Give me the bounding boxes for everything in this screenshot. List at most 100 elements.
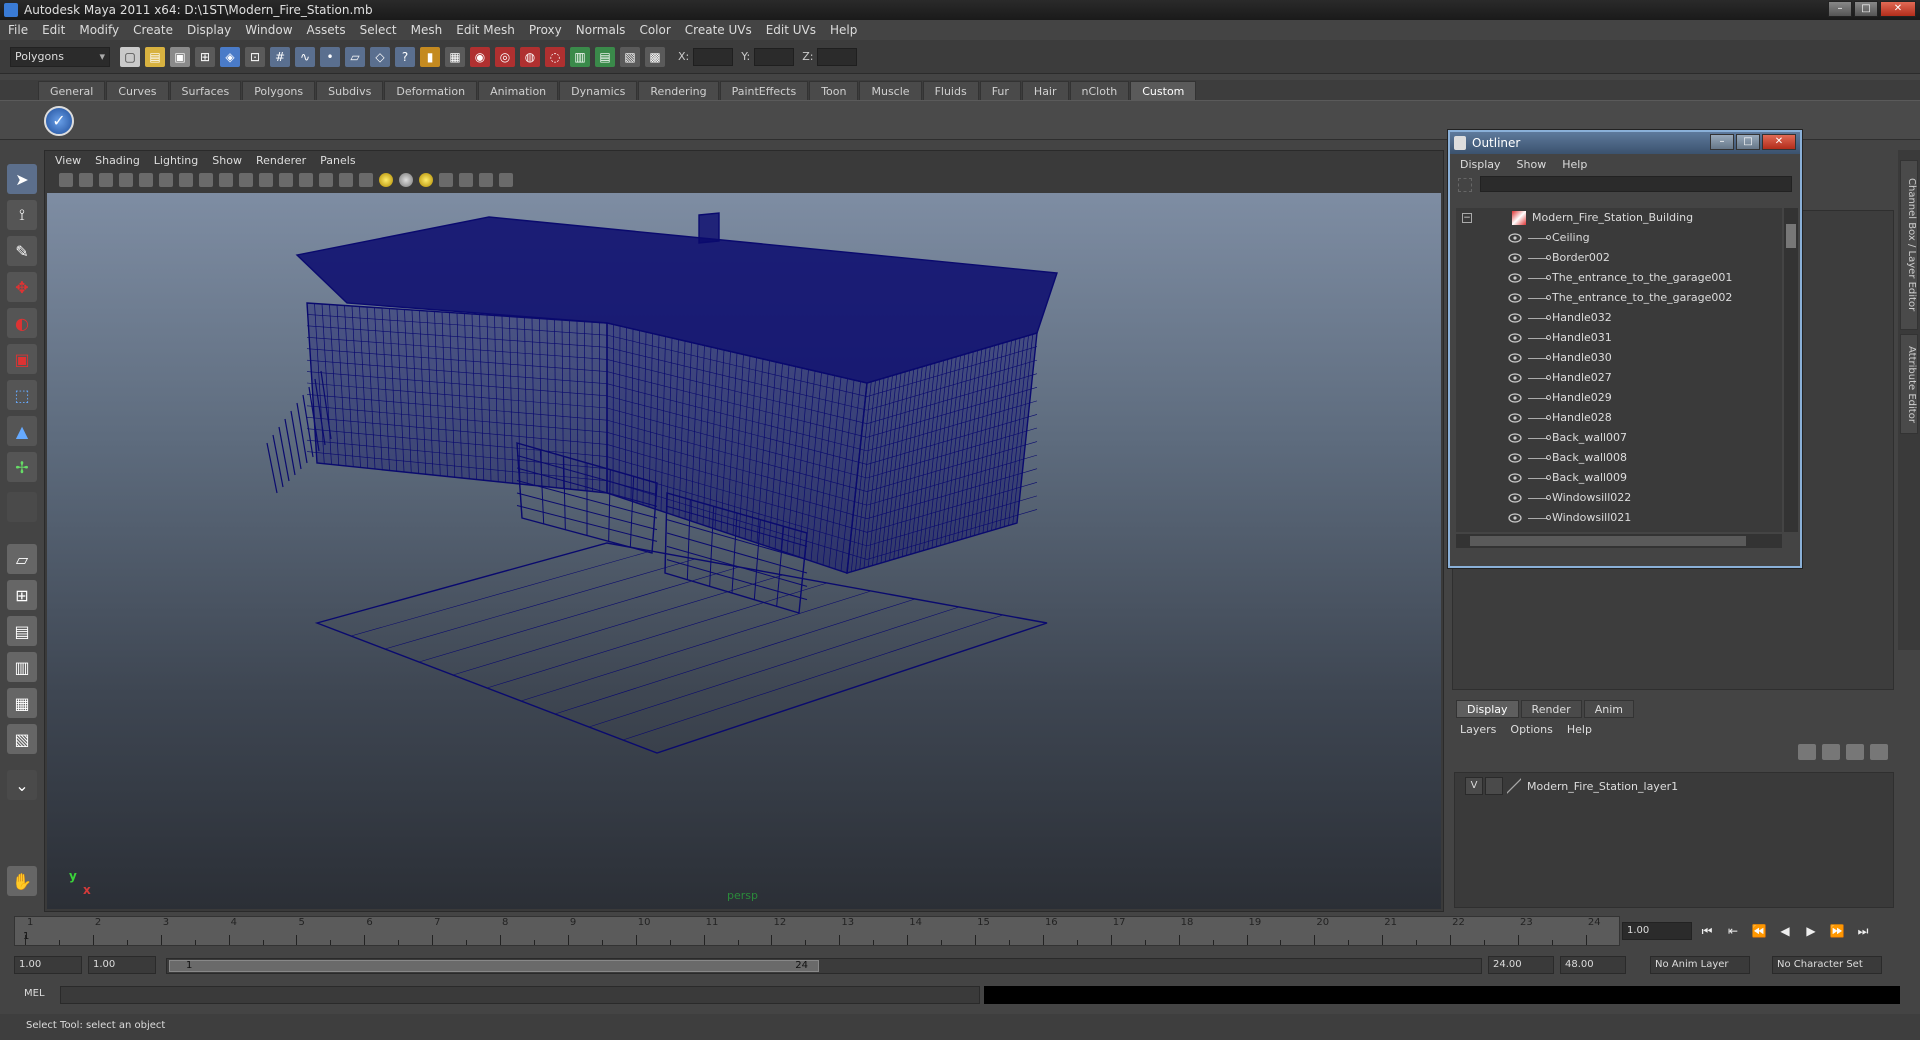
tab-dynamics[interactable]: Dynamics <box>559 81 638 100</box>
shadows-icon[interactable] <box>399 173 413 187</box>
outliner-item[interactable]: The_entrance_to_the_garage002 <box>1456 288 1782 308</box>
safe-title-icon[interactable] <box>279 173 293 187</box>
last-tool-icon[interactable] <box>7 492 37 522</box>
backface-culling-icon[interactable] <box>499 173 513 187</box>
step-back-icon[interactable]: ⇤ <box>1724 923 1742 939</box>
vp-menu-show[interactable]: Show <box>212 154 242 167</box>
lock-icon[interactable]: ▮ <box>420 46 440 67</box>
save-scene-icon[interactable]: ▣ <box>170 46 190 67</box>
layer-tab-display[interactable]: Display <box>1456 700 1519 718</box>
outliner-item[interactable]: Handle028 <box>1456 408 1782 428</box>
outliner-menu-display[interactable]: Display <box>1460 158 1501 171</box>
safe-action-icon[interactable] <box>259 173 273 187</box>
make-live-icon[interactable]: ◇ <box>370 46 390 67</box>
use-all-lights-icon[interactable] <box>379 173 393 187</box>
range-slider-thumb[interactable]: 1 24 <box>169 960 819 972</box>
current-frame-field[interactable]: 1.00 <box>1622 922 1692 940</box>
menu-color[interactable]: Color <box>639 23 670 37</box>
ipr-render-icon[interactable]: ◎ <box>495 46 515 67</box>
menu-normals[interactable]: Normals <box>576 23 626 37</box>
menu-edit[interactable]: Edit <box>42 23 65 37</box>
tab-general[interactable]: General <box>38 81 106 100</box>
smooth-shade-icon[interactable] <box>319 173 333 187</box>
outliner-item[interactable]: Handle029 <box>1456 388 1782 408</box>
xray-joints-icon[interactable] <box>479 173 493 187</box>
outliner-menu-show[interactable]: Show <box>1517 158 1547 171</box>
camera-icon[interactable]: ▩ <box>645 46 665 67</box>
wireframe-icon[interactable] <box>299 173 313 187</box>
four-pane-layout-icon[interactable]: ⊞ <box>7 580 37 610</box>
isolate-select-icon[interactable] <box>439 173 453 187</box>
outliner-item[interactable]: Back_wall009 <box>1456 468 1782 488</box>
textured-icon[interactable] <box>359 173 373 187</box>
playback-end-field[interactable]: 24.00 <box>1488 956 1554 974</box>
menu-window[interactable]: Window <box>245 23 292 37</box>
select-tool-icon[interactable]: ➤ <box>7 164 37 194</box>
tab-muscle[interactable]: Muscle <box>859 81 922 100</box>
resolution-gate-icon[interactable] <box>199 173 213 187</box>
checkmark-shelf-icon[interactable]: ✓ <box>44 106 74 136</box>
animation-start-field[interactable]: 1.00 <box>14 956 82 974</box>
tab-fluids[interactable]: Fluids <box>922 81 979 100</box>
open-scene-icon[interactable]: ▤ <box>145 46 165 67</box>
xray-icon[interactable] <box>459 173 473 187</box>
time-slider[interactable]: 1 1 2 3 4 5 6 7 8 9 10 11 12 13 14 15 16 17 18 19 20 21 22 23 2… <box>14 916 1620 946</box>
close-button[interactable]: ✕ <box>1880 1 1916 17</box>
soft-mod-icon[interactable]: ▲ <box>7 416 37 446</box>
attribute-editor-tab[interactable]: Attribute Editor <box>1900 334 1918 434</box>
command-input[interactable] <box>60 986 980 1004</box>
layer-tab-render[interactable]: Render <box>1520 700 1582 718</box>
anim-layer-dropdown[interactable]: No Anim Layer <box>1650 956 1750 974</box>
select-hierarchy-icon[interactable]: ⊞ <box>195 46 215 67</box>
outliner-menu-help[interactable]: Help <box>1562 158 1587 171</box>
character-set-dropdown[interactable]: No Character Set <box>1772 956 1882 974</box>
outliner-item[interactable]: Handle032 <box>1456 308 1782 328</box>
graph-persp-layout-icon[interactable]: ▥ <box>7 652 37 682</box>
tab-surfaces[interactable]: Surfaces <box>169 81 242 100</box>
animation-end-field[interactable]: 48.00 <box>1560 956 1626 974</box>
snap-plane-icon[interactable]: ▱ <box>345 46 365 67</box>
show-channel-box-icon[interactable]: ▥ <box>570 46 590 67</box>
menu-mesh[interactable]: Mesh <box>411 23 443 37</box>
outliner-item[interactable]: Back_wall007 <box>1456 428 1782 448</box>
outliner-item[interactable]: Handle027 <box>1456 368 1782 388</box>
film-gate-icon[interactable] <box>179 173 193 187</box>
menu-set-dropdown[interactable]: Polygons <box>10 46 110 67</box>
outliner-item[interactable]: Border002 <box>1456 248 1782 268</box>
step-forward-key-icon[interactable]: ⏩ <box>1828 923 1846 939</box>
play-forwards-icon[interactable]: ▶ <box>1802 923 1820 939</box>
z-coord-field[interactable] <box>817 47 858 66</box>
menu-file[interactable]: File <box>8 23 28 37</box>
vp-menu-panels[interactable]: Panels <box>320 154 355 167</box>
tab-fur[interactable]: Fur <box>979 81 1021 100</box>
range-slider[interactable]: 1 24 <box>166 958 1482 974</box>
select-component-icon[interactable]: ⊡ <box>245 46 265 67</box>
paint-select-icon[interactable]: ✎ <box>7 236 37 266</box>
tab-ncloth[interactable]: nCloth <box>1069 81 1130 100</box>
rotate-tool-icon[interactable]: ◐ <box>7 308 37 338</box>
vp-menu-renderer[interactable]: Renderer <box>256 154 306 167</box>
tab-hair[interactable]: Hair <box>1021 81 1069 100</box>
layer-playback-toggle[interactable] <box>1485 777 1503 795</box>
x-coord-field[interactable] <box>693 47 734 66</box>
show-manip-icon[interactable]: ✢ <box>7 452 37 482</box>
outliner-item[interactable]: Handle031 <box>1456 328 1782 348</box>
play-backwards-icon[interactable]: ◀ <box>1776 923 1794 939</box>
layer-tab-anim[interactable]: Anim <box>1583 700 1634 718</box>
menu-create-uvs[interactable]: Create UVs <box>685 23 752 37</box>
outliner-item[interactable]: Back_wall008 <box>1456 448 1782 468</box>
tab-rendering[interactable]: Rendering <box>638 81 719 100</box>
channel-box-tab[interactable]: Channel Box / Layer Editor <box>1900 160 1918 330</box>
minimize-button[interactable]: – <box>1828 1 1852 17</box>
menu-select[interactable]: Select <box>360 23 397 37</box>
camera-attributes-icon[interactable] <box>59 173 73 187</box>
paint-brush-icon[interactable]: ✋ <box>7 866 37 896</box>
tab-subdivs[interactable]: Subdivs <box>316 81 384 100</box>
menu-display[interactable]: Display <box>187 23 231 37</box>
outliner-item[interactable]: Windowsill020 <box>1456 528 1782 532</box>
hypershade-icon[interactable]: ◌ <box>545 46 565 67</box>
custom-layout-icon[interactable]: ▧ <box>7 724 37 754</box>
vp-menu-shading[interactable]: Shading <box>95 154 140 167</box>
outliner-minimize-button[interactable]: – <box>1710 134 1734 150</box>
outliner-list[interactable]: − Modern_Fire_Station_Building Ceiling Bord… <box>1456 208 1782 532</box>
